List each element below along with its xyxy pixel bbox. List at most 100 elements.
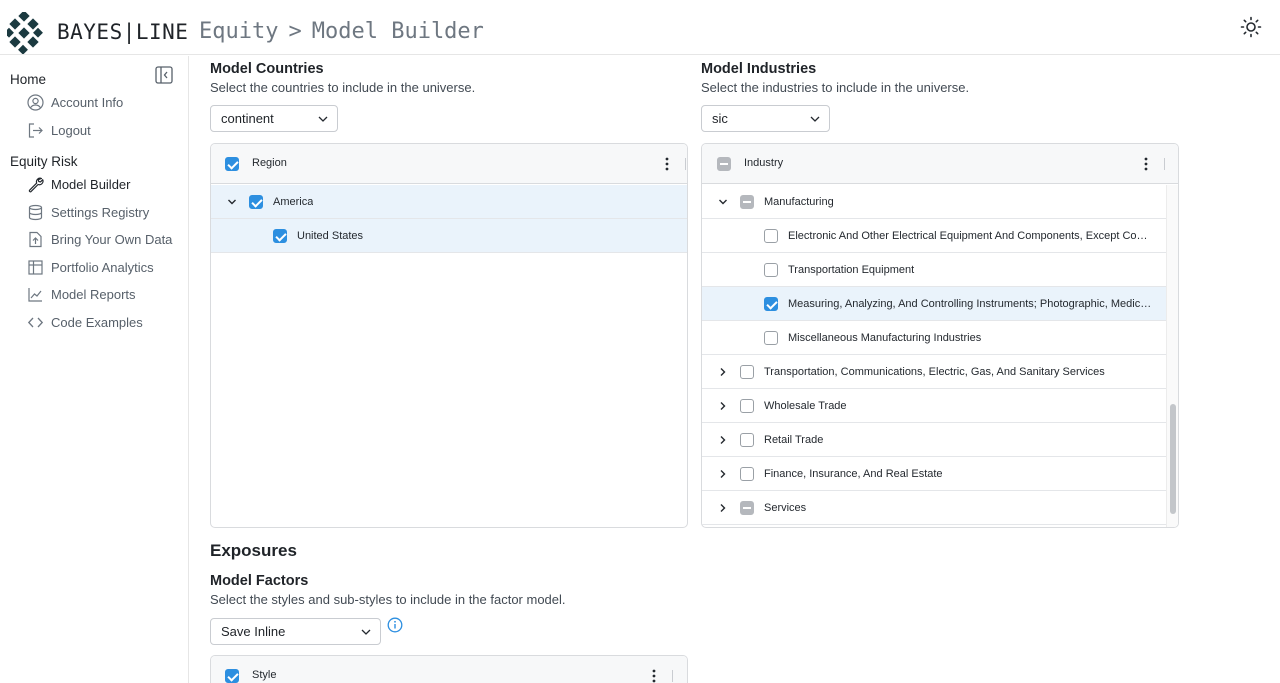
column-header-industry: Industry: [744, 157, 784, 169]
industries-description: Select the industries to include in the …: [701, 80, 970, 95]
chevron-right-icon[interactable]: [718, 367, 728, 377]
row-checkbox[interactable]: [740, 501, 754, 515]
table-icon: [28, 259, 43, 275]
row-label: Services: [764, 502, 807, 514]
sidebar-item-account-info[interactable]: Account Info: [27, 90, 123, 114]
chevron-down-icon[interactable]: [718, 197, 728, 207]
breadcrumb-model-builder: Model Builder: [311, 19, 484, 44]
factors-save-mode-select[interactable]: Save Inline: [210, 618, 381, 645]
chevron-down-icon: [810, 116, 820, 122]
column-resize-handle[interactable]: [1164, 158, 1165, 170]
tree-row-electronic-equipment[interactable]: Electronic And Other Electrical Equipmen…: [702, 219, 1166, 253]
column-resize-handle[interactable]: [685, 158, 686, 170]
chevron-right-icon[interactable]: [718, 401, 728, 411]
countries-title: Model Countries: [210, 61, 324, 77]
sidebar-item-label: Account Info: [51, 94, 124, 110]
column-menu-icon[interactable]: [1143, 156, 1149, 172]
sidebar-item-label: Portfolio Analytics: [51, 259, 154, 275]
tree-row-services[interactable]: Services: [702, 491, 1166, 525]
grid-header: Region: [211, 144, 687, 184]
tree-row-finance[interactable]: Finance, Insurance, And Real Estate: [702, 457, 1166, 491]
row-checkbox[interactable]: [740, 195, 754, 209]
chevron-right-icon[interactable]: [718, 503, 728, 513]
chevron-down-icon[interactable]: [227, 197, 237, 207]
sidebar-item-label: Bring Your Own Data: [51, 231, 173, 247]
tree-row-retail-trade[interactable]: Retail Trade: [702, 423, 1166, 457]
tree-row-manufacturing[interactable]: Manufacturing: [702, 185, 1166, 219]
row-label: Transportation Equipment: [788, 264, 915, 276]
industries-grid: Industry Manufacturing Electronic And Ot…: [701, 143, 1179, 528]
row-label: Retail Trade: [764, 434, 824, 446]
sidebar-item-label: Code Examples: [51, 314, 143, 330]
sidebar-item-portfolio-analytics[interactable]: Portfolio Analytics: [27, 255, 154, 279]
user-circle-icon: [27, 93, 44, 111]
sun-icon[interactable]: [1240, 16, 1262, 38]
wrench-icon: [28, 177, 44, 192]
row-label: Transportation, Communications, Electric…: [764, 366, 1105, 378]
row-label: United States: [297, 230, 364, 242]
logout-icon: [28, 122, 43, 138]
row-checkbox[interactable]: [764, 229, 778, 243]
collapse-sidebar-icon[interactable]: [155, 66, 173, 84]
scrollbar-thumb[interactable]: [1170, 404, 1176, 514]
sidebar-item-label: Logout: [51, 122, 91, 138]
tree-row-measuring-instruments[interactable]: Measuring, Analyzing, And Controlling In…: [702, 287, 1166, 321]
select-value: Save Inline: [221, 624, 286, 639]
breadcrumb: Equity > Model Builder: [199, 19, 484, 44]
row-checkbox[interactable]: [740, 399, 754, 413]
row-checkbox[interactable]: [740, 433, 754, 447]
column-header-style: Style: [252, 669, 277, 681]
database-icon: [28, 204, 43, 220]
row-label: Wholesale Trade: [764, 400, 847, 412]
row-label: Electronic And Other Electrical Equipmen…: [788, 230, 1152, 242]
model-factors-description: Select the styles and sub-styles to incl…: [210, 592, 566, 607]
tree-row-transportation-services[interactable]: Transportation, Communications, Electric…: [702, 355, 1166, 389]
sidebar-section-home[interactable]: Home: [10, 72, 46, 87]
sidebar-item-logout[interactable]: Logout: [27, 118, 91, 142]
row-checkbox[interactable]: [764, 263, 778, 277]
sidebar-item-bring-your-own-data[interactable]: Bring Your Own Data: [27, 227, 172, 251]
select-all-checkbox[interactable]: [225, 157, 239, 171]
chevron-right-icon[interactable]: [718, 435, 728, 445]
row-checkbox[interactable]: [764, 331, 778, 345]
row-checkbox[interactable]: [740, 467, 754, 481]
row-label: Miscellaneous Manufacturing Industries: [788, 332, 982, 344]
row-checkbox[interactable]: [273, 229, 287, 243]
tree-row-united-states[interactable]: United States: [211, 219, 687, 253]
sidebar-item-label: Model Reports: [51, 286, 136, 302]
sidebar-item-settings-registry[interactable]: Settings Registry: [27, 200, 149, 224]
select-all-checkbox[interactable]: [225, 669, 239, 683]
tree-row-america[interactable]: America: [211, 185, 687, 219]
column-resize-handle[interactable]: [672, 670, 673, 682]
row-checkbox[interactable]: [740, 365, 754, 379]
tree-row-wholesale-trade[interactable]: Wholesale Trade: [702, 389, 1166, 423]
vertical-scrollbar[interactable]: [1166, 185, 1178, 527]
select-value: continent: [221, 111, 274, 126]
tree-row-transportation-equipment[interactable]: Transportation Equipment: [702, 253, 1166, 287]
sidebar-item-model-builder[interactable]: Model Builder: [27, 172, 131, 196]
grid-header: Industry: [702, 144, 1178, 184]
select-all-checkbox[interactable]: [717, 157, 731, 171]
column-menu-icon[interactable]: [664, 156, 670, 172]
model-factors-title: Model Factors: [210, 573, 309, 589]
bayesline-logo[interactable]: [7, 12, 45, 54]
info-circle-icon[interactable]: [387, 617, 403, 633]
countries-description: Select the countries to include in the u…: [210, 80, 476, 95]
sidebar-item-code-examples[interactable]: Code Examples: [27, 310, 143, 334]
row-checkbox[interactable]: [249, 195, 263, 209]
countries-grouping-select[interactable]: continent: [210, 105, 338, 132]
exposures-title: Exposures: [210, 541, 297, 560]
tree-row-misc-manufacturing[interactable]: Miscellaneous Manufacturing Industries: [702, 321, 1166, 355]
sidebar-section-equity-risk[interactable]: Equity Risk: [10, 154, 78, 169]
column-menu-icon[interactable]: [651, 668, 657, 683]
chevron-right-icon[interactable]: [718, 469, 728, 479]
breadcrumb-equity[interactable]: Equity: [199, 19, 278, 44]
industries-classification-select[interactable]: sic: [701, 105, 830, 132]
row-label: America: [273, 196, 314, 208]
line-chart-icon: [28, 287, 42, 302]
style-grid: Style: [210, 655, 688, 683]
row-checkbox[interactable]: [764, 297, 778, 311]
sidebar-item-model-reports[interactable]: Model Reports: [27, 282, 136, 306]
row-label: Finance, Insurance, And Real Estate: [764, 468, 943, 480]
breadcrumb-separator: >: [288, 19, 302, 44]
